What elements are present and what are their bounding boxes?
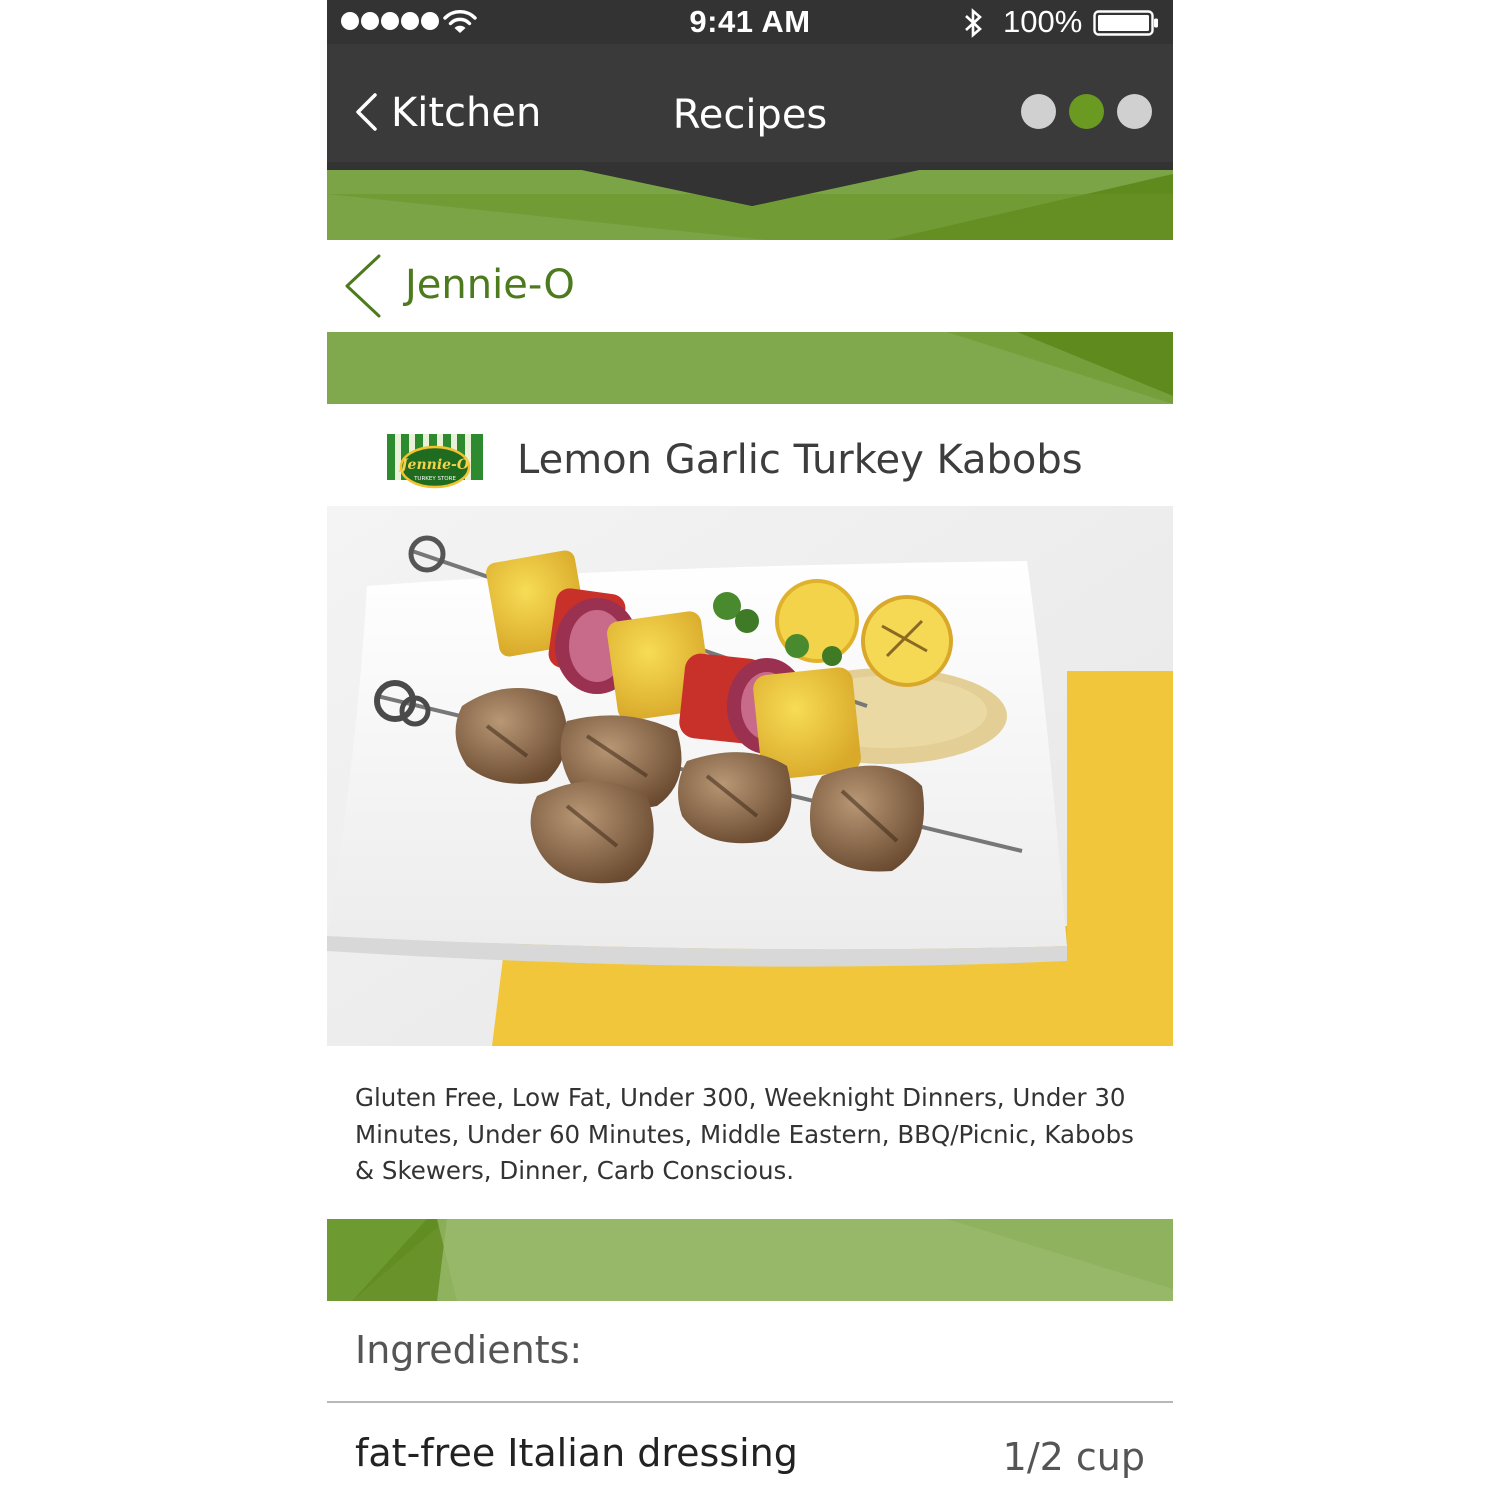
nav-back-label: Kitchen [391, 90, 542, 136]
decorative-green-band [327, 1219, 1173, 1301]
page-dot-1[interactable] [1021, 94, 1056, 129]
battery-percent: 100% [1003, 4, 1083, 39]
recipe-title: Lemon Garlic Turkey Kabobs [517, 437, 1083, 483]
ingredient-row[interactable]: fat-free Italian dressing 1/2 cup [327, 1403, 1173, 1500]
svg-text:TURKEY STORE: TURKEY STORE [413, 476, 456, 482]
brand-back-label: Jennie-O [405, 262, 575, 308]
bluetooth-icon [965, 8, 982, 38]
battery-icon [1093, 10, 1158, 36]
status-bar: 9:41 AM 100% [327, 0, 1173, 44]
phone-screen: 9:41 AM 100% Kitchen Recipes Jennie-O Je… [327, 0, 1173, 1500]
chevron-left-icon [345, 254, 381, 318]
navigation-bar: Kitchen Recipes [327, 44, 1173, 240]
page-dot-3[interactable] [1117, 94, 1152, 129]
recipe-header: Jennie-O TURKEY STORE Lemon Garlic Turke… [327, 404, 1173, 506]
recipe-tags: Gluten Free, Low Fat, Under 300, Weeknig… [355, 1083, 1134, 1185]
page-dot-2-active[interactable] [1069, 94, 1104, 129]
brand-row: Jennie-O [327, 240, 1173, 332]
svg-text:Jennie-O: Jennie-O [398, 457, 470, 473]
chevron-left-icon [356, 93, 377, 131]
jennie-o-logo: Jennie-O TURKEY STORE [387, 434, 483, 489]
recipe-photo [327, 506, 1173, 1046]
ingredients-heading: Ingredients: [355, 1328, 583, 1372]
decorative-green-band [327, 332, 1173, 404]
ingredient-name: fat-free Italian dressing [355, 1431, 798, 1475]
nav-background [327, 44, 1173, 240]
ingredient-quantity: 1/2 cup [1002, 1435, 1145, 1479]
